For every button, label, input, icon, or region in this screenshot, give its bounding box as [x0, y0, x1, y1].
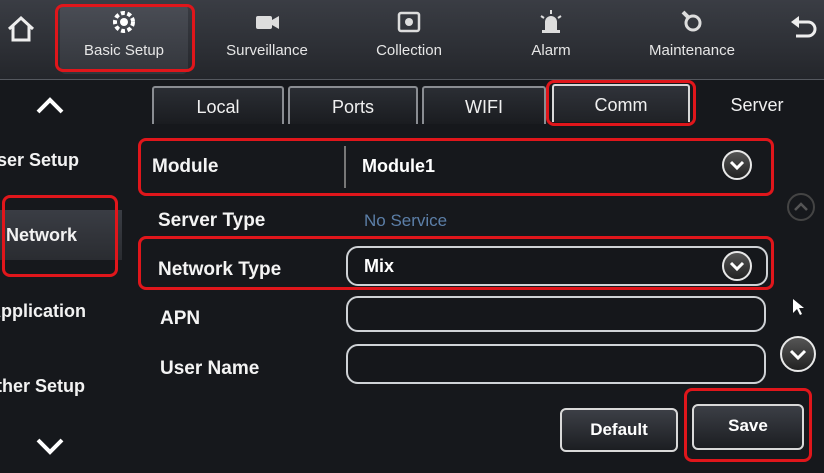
side-item-label: Application — [0, 301, 86, 321]
record-icon — [395, 8, 423, 36]
nav-collection[interactable]: Collection — [346, 4, 472, 74]
nav-basic-setup[interactable]: Basic Setup — [60, 4, 188, 74]
username-input[interactable] — [346, 344, 766, 384]
apn-label: APN — [160, 308, 201, 329]
nav-label: Alarm — [531, 42, 571, 59]
side-item-network[interactable]: Network — [0, 210, 122, 260]
module-select[interactable]: Module1 — [344, 146, 766, 188]
tab-label: Ports — [331, 97, 374, 117]
scroll-up-icon[interactable] — [786, 192, 816, 222]
tab-label: Comm — [594, 95, 648, 115]
side-item-application[interactable]: Application — [0, 286, 122, 336]
tab-wifi[interactable]: WIFI — [422, 86, 546, 124]
cursor-icon — [792, 298, 806, 316]
side-item-label: Network — [6, 225, 78, 245]
apn-input[interactable] — [346, 296, 766, 332]
default-button[interactable]: Default — [560, 408, 678, 452]
network-type-label: Network Type — [158, 259, 282, 280]
save-button[interactable]: Save — [692, 404, 804, 450]
tab-server[interactable]: Server — [694, 86, 820, 124]
tab-ports[interactable]: Ports — [288, 86, 418, 124]
tab-label: WIFI — [465, 97, 503, 117]
nav-surveillance[interactable]: Surveillance — [204, 4, 330, 74]
gear-icon — [110, 8, 138, 36]
nav-maintenance[interactable]: Maintenance — [628, 4, 756, 74]
tab-label: Local — [196, 97, 240, 117]
server-type-label: Server Type — [158, 210, 266, 231]
tab-comm[interactable]: Comm — [552, 84, 690, 122]
tab-label: Server — [730, 95, 784, 115]
nav-label: Maintenance — [649, 42, 735, 59]
nav-alarm[interactable]: Alarm — [488, 4, 614, 74]
camera-icon — [253, 8, 281, 36]
chevron-down-icon — [722, 150, 752, 180]
chevron-down-icon — [722, 251, 752, 281]
scroll-up-icon[interactable] — [28, 92, 72, 120]
side-item-other-setup[interactable]: Other Setup — [0, 361, 122, 411]
home-icon[interactable] — [6, 14, 36, 44]
nav-label: Collection — [376, 42, 442, 59]
side-item-label: Other Setup — [0, 376, 86, 396]
back-icon[interactable] — [788, 14, 818, 44]
wrench-icon — [678, 8, 706, 36]
scroll-down-icon[interactable] — [780, 336, 816, 372]
nav-label: Surveillance — [226, 42, 308, 59]
nav-label: Basic Setup — [83, 42, 165, 59]
side-item-label: User Setup — [0, 150, 80, 170]
server-type-value: No Service — [364, 211, 448, 230]
network-type-value: Mix — [364, 256, 395, 276]
side-item-user-setup[interactable]: User Setup — [0, 135, 122, 185]
network-type-select[interactable]: Mix — [346, 246, 768, 286]
alarm-icon — [537, 8, 565, 36]
module-value: Module1 — [362, 156, 436, 176]
module-label: Module — [152, 156, 219, 177]
scroll-down-icon[interactable] — [28, 432, 72, 460]
username-label: User Name — [160, 358, 260, 379]
tab-local[interactable]: Local — [152, 86, 284, 124]
